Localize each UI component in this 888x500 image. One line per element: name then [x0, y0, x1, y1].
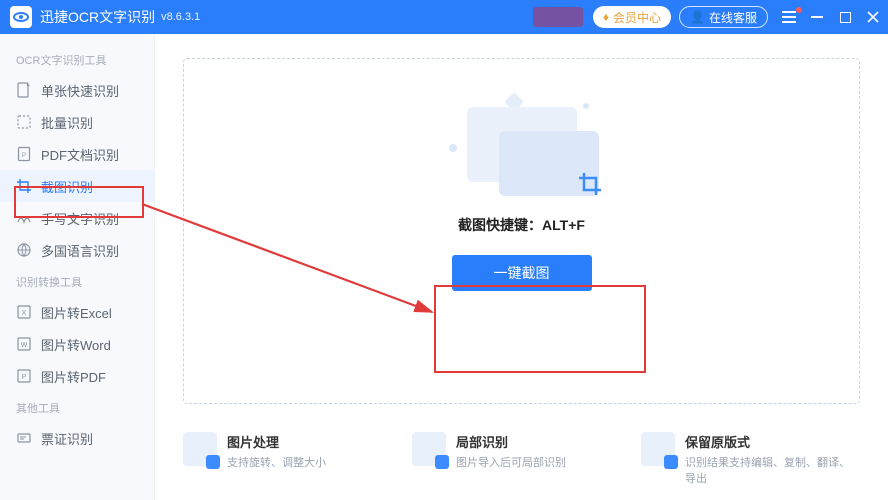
sidebar-item-label: 单张快速识别 — [41, 81, 119, 100]
capture-dropzone: 截图快捷键：ALT+F 一键截图 — [183, 58, 860, 404]
partial-ocr-icon — [412, 432, 446, 466]
sidebar-item-label: 手写文字识别 — [41, 209, 119, 228]
feature-title: 图片处理 — [227, 432, 326, 451]
feature-partial-ocr: 局部识别 图片导入后可局部识别 — [412, 432, 631, 470]
sidebar-item-screenshot-ocr[interactable]: 截图识别 — [0, 170, 154, 202]
svg-text:P: P — [22, 153, 26, 159]
sidebar-item-img-to-word[interactable]: W 图片转Word — [0, 328, 154, 360]
feature-image-processing: 图片处理 支持旋转、调整大小 — [183, 432, 402, 470]
app-logo — [10, 6, 32, 28]
sidebar-item-ticket-ocr[interactable]: 票证识别 — [0, 422, 154, 454]
sidebar-item-label: 截图识别 — [41, 177, 93, 196]
headset-icon: 👤 — [690, 10, 705, 24]
diamond-icon: ♦ — [603, 10, 609, 24]
globe-icon — [16, 242, 32, 258]
sidebar-item-label: 多国语言识别 — [41, 241, 119, 260]
ticket-icon — [16, 430, 32, 446]
member-center-label: 会员中心 — [613, 9, 661, 26]
sidebar-item-label: 图片转Word — [41, 335, 111, 354]
menu-button[interactable] — [782, 10, 796, 24]
sidebar-item-label: 图片转PDF — [41, 367, 106, 386]
minimize-icon — [811, 16, 823, 18]
sidebar-item-label: 图片转Excel — [41, 303, 112, 322]
preserve-format-icon — [641, 432, 675, 466]
promo-banner[interactable] — [533, 7, 583, 27]
title-bar: 迅捷OCR文字识别 v8.6.3.1 ♦ 会员中心 👤 在线客服 — [0, 0, 888, 34]
svg-text:X: X — [22, 310, 27, 317]
sidebar-item-label: 批量识别 — [41, 113, 93, 132]
sidebar-item-label: PDF文档识别 — [41, 145, 119, 164]
content-area: 截图快捷键：ALT+F 一键截图 图片处理 支持旋转、调整大小 局部识别 图片导… — [155, 34, 888, 500]
sidebar-item-batch-ocr[interactable]: 批量识别 — [0, 106, 154, 138]
feature-row: 图片处理 支持旋转、调整大小 局部识别 图片导入后可局部识别 保留原版式 识别结… — [183, 422, 860, 500]
close-button[interactable] — [866, 10, 880, 24]
svg-text:W: W — [21, 342, 28, 349]
app-version: v8.6.3.1 — [161, 11, 200, 23]
customer-service-label: 在线客服 — [709, 9, 757, 26]
screenshot-illustration-icon — [437, 89, 607, 199]
handwriting-icon — [16, 210, 32, 226]
image-processing-icon — [183, 432, 217, 466]
sidebar-group-other: 其他工具 — [0, 392, 154, 422]
shortcut-hint: 截图快捷键：ALT+F — [458, 215, 585, 235]
minimize-button[interactable] — [810, 10, 824, 24]
sidebar-item-single-ocr[interactable]: 单张快速识别 — [0, 74, 154, 106]
capture-button[interactable]: 一键截图 — [452, 255, 592, 291]
feature-title: 保留原版式 — [685, 432, 860, 451]
sidebar-item-img-to-pdf[interactable]: P 图片转PDF — [0, 360, 154, 392]
notification-dot-icon — [796, 7, 802, 13]
member-center-button[interactable]: ♦ 会员中心 — [593, 6, 671, 28]
maximize-button[interactable] — [838, 10, 852, 24]
sidebar-group-ocr: OCR文字识别工具 — [0, 44, 154, 74]
word-icon: W — [16, 336, 32, 352]
feature-title: 局部识别 — [456, 432, 566, 451]
sidebar-group-convert: 识别转换工具 — [0, 266, 154, 296]
pdf-icon: P — [16, 146, 32, 162]
sidebar-item-label: 票证识别 — [41, 429, 93, 448]
excel-icon: X — [16, 304, 32, 320]
feature-desc: 支持旋转、调整大小 — [227, 454, 326, 470]
page-sparkle-icon — [16, 82, 32, 98]
feature-desc: 图片导入后可局部识别 — [456, 454, 566, 470]
customer-service-button[interactable]: 👤 在线客服 — [679, 6, 768, 28]
close-icon — [867, 11, 879, 23]
svg-text:P: P — [22, 374, 27, 381]
feature-desc: 识别结果支持编辑、复制、翻译、导出 — [685, 454, 860, 486]
app-title: 迅捷OCR文字识别 — [40, 7, 155, 27]
sidebar: OCR文字识别工具 单张快速识别 批量识别 P PDF文档识别 截图识别 手写文… — [0, 34, 155, 500]
sidebar-item-multilang-ocr[interactable]: 多国语言识别 — [0, 234, 154, 266]
sidebar-item-img-to-excel[interactable]: X 图片转Excel — [0, 296, 154, 328]
crop-icon — [16, 178, 32, 194]
sidebar-item-handwriting-ocr[interactable]: 手写文字识别 — [0, 202, 154, 234]
feature-preserve-format: 保留原版式 识别结果支持编辑、复制、翻译、导出 — [641, 432, 860, 486]
stack-icon — [16, 114, 32, 130]
sidebar-item-pdf-ocr[interactable]: P PDF文档识别 — [0, 138, 154, 170]
hamburger-icon — [782, 11, 796, 23]
pdf-convert-icon: P — [16, 368, 32, 384]
maximize-icon — [840, 12, 851, 23]
